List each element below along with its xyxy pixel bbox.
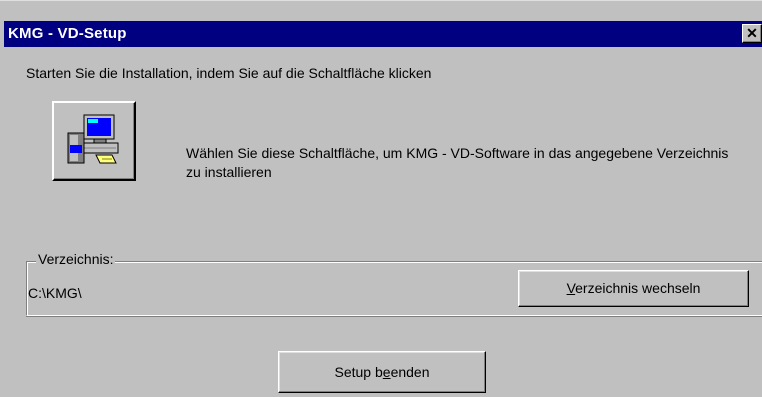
exit-label-accel: e (382, 364, 391, 380)
exit-label-pre: Setup b (334, 364, 383, 380)
install-path: C:\KMG\ (28, 285, 82, 301)
close-icon: ✕ (746, 25, 758, 41)
change-directory-accel: V (566, 280, 576, 296)
exit-setup-button[interactable]: Setup beenden (278, 351, 486, 393)
computer-setup-icon (67, 114, 119, 164)
instruction-text: Starten Sie die Installation, indem Sie … (26, 65, 432, 81)
title-bar[interactable]: KMG - VD-Setup ✕ (4, 21, 762, 47)
top-strip (0, 1, 762, 21)
exit-label-post: enden (390, 364, 430, 380)
directory-group-label: Verzeichnis: (36, 251, 116, 267)
change-directory-button[interactable]: Verzeichnis wechseln (518, 270, 749, 307)
install-description: Wählen Sie diese Schaltfläche, um KMG - … (186, 145, 729, 180)
close-button[interactable]: ✕ (742, 24, 762, 43)
change-directory-label: erzeichnis wechseln (575, 280, 701, 296)
window-title: KMG - VD-Setup (8, 25, 127, 42)
setup-window: KMG - VD-Setup ✕ Starten Sie die Install… (0, 0, 762, 397)
install-button[interactable] (52, 101, 136, 181)
